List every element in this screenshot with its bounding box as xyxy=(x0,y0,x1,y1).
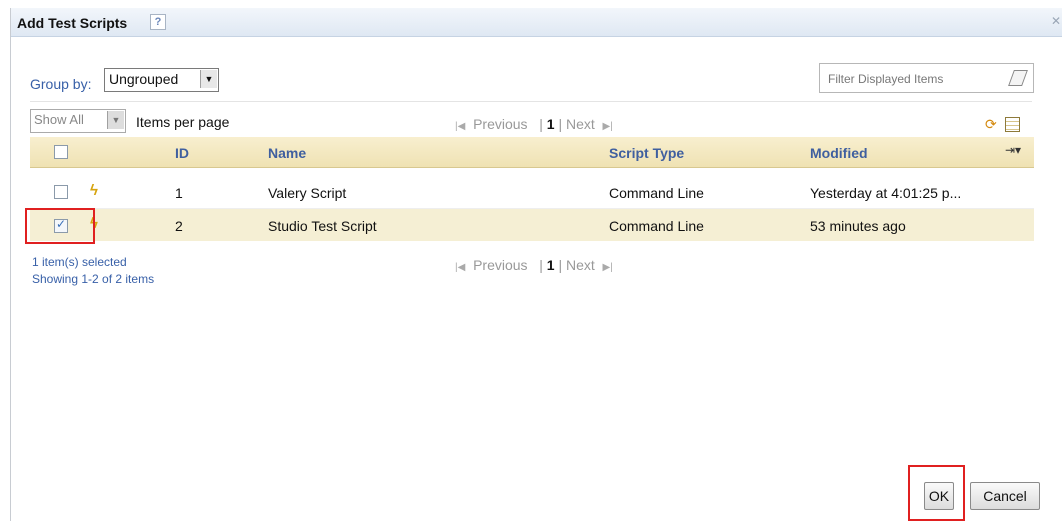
current-page: 1 xyxy=(546,116,555,132)
column-header-script-type[interactable]: Script Type xyxy=(609,145,684,161)
cell-id: 1 xyxy=(175,185,183,201)
checkbox-highlight-box xyxy=(25,208,95,244)
column-header-id[interactable]: ID xyxy=(175,145,189,161)
filter-placeholder: Filter Displayed Items xyxy=(828,72,944,86)
previous-link[interactable]: Previous xyxy=(473,257,527,273)
group-by-value: Ungrouped xyxy=(109,71,179,87)
dialog-titlebar: Add Test Scripts ? ✕ xyxy=(11,8,1062,37)
help-icon[interactable]: ? xyxy=(150,14,166,30)
column-header-modified[interactable]: Modified xyxy=(810,145,868,161)
divider xyxy=(30,101,1032,102)
table-row[interactable]: ϟ 1 Valery Script Command Line Yesterday… xyxy=(30,176,1034,208)
first-page-icon[interactable]: |◀ xyxy=(455,262,465,273)
select-all-checkbox[interactable] xyxy=(54,145,68,159)
eraser-icon[interactable] xyxy=(1008,70,1028,86)
pager-separator: | xyxy=(539,116,543,132)
pager-separator: | xyxy=(539,257,543,273)
refresh-icon[interactable]: ⟳ xyxy=(985,117,999,131)
column-menu-icon[interactable]: ⇥▾ xyxy=(1005,143,1021,157)
cell-script-type: Command Line xyxy=(609,218,704,234)
next-link[interactable]: Next xyxy=(566,116,595,132)
pager-separator: | xyxy=(558,257,563,273)
current-page: 1 xyxy=(546,257,555,273)
dialog-title: Add Test Scripts xyxy=(17,15,128,31)
cell-name[interactable]: Studio Test Script xyxy=(268,218,377,234)
previous-link[interactable]: Previous xyxy=(473,116,527,132)
column-header-name[interactable]: Name xyxy=(268,145,306,161)
next-link[interactable]: Next xyxy=(566,257,595,273)
filter-input[interactable]: Filter Displayed Items xyxy=(819,63,1034,93)
table-row-selected[interactable]: ϟ 2 Studio Test Script Command Line 53 m… xyxy=(30,209,1034,241)
selection-count: 1 item(s) selected xyxy=(32,255,127,269)
group-by-label: Group by: xyxy=(30,76,92,92)
items-per-page-select[interactable]: Show All ▼ xyxy=(30,109,126,133)
group-by-select[interactable]: Ungrouped ▼ xyxy=(104,68,219,92)
table-settings-icon[interactable] xyxy=(1005,117,1020,132)
pager-separator: | xyxy=(558,116,563,132)
script-icon: ϟ xyxy=(90,182,98,199)
table-header: ID Name Script Type Modified ⇥▾ xyxy=(30,137,1034,168)
cell-modified: 53 minutes ago xyxy=(810,218,906,234)
row-checkbox[interactable] xyxy=(54,185,68,199)
cell-script-type: Command Line xyxy=(609,185,704,201)
top-pager: |◀ Previous | 1 | Next ▶| xyxy=(455,116,613,132)
cancel-button[interactable]: Cancel xyxy=(970,482,1040,510)
items-per-page-label: Items per page xyxy=(136,114,230,130)
items-per-page-value: Show All xyxy=(34,112,84,127)
bottom-pager: |◀ Previous | 1 | Next ▶| xyxy=(455,257,613,273)
ok-highlight-box xyxy=(908,465,965,521)
showing-count: Showing 1-2 of 2 items xyxy=(32,272,155,286)
close-icon[interactable]: ✕ xyxy=(1051,14,1061,28)
first-page-icon[interactable]: |◀ xyxy=(455,121,465,132)
last-page-icon[interactable]: ▶| xyxy=(603,262,613,273)
cell-modified: Yesterday at 4:01:25 p... xyxy=(810,185,962,201)
chevron-down-icon: ▼ xyxy=(107,111,124,129)
chevron-down-icon: ▼ xyxy=(200,70,217,88)
cell-id: 2 xyxy=(175,218,183,234)
cell-name[interactable]: Valery Script xyxy=(268,185,346,201)
last-page-icon[interactable]: ▶| xyxy=(603,121,613,132)
